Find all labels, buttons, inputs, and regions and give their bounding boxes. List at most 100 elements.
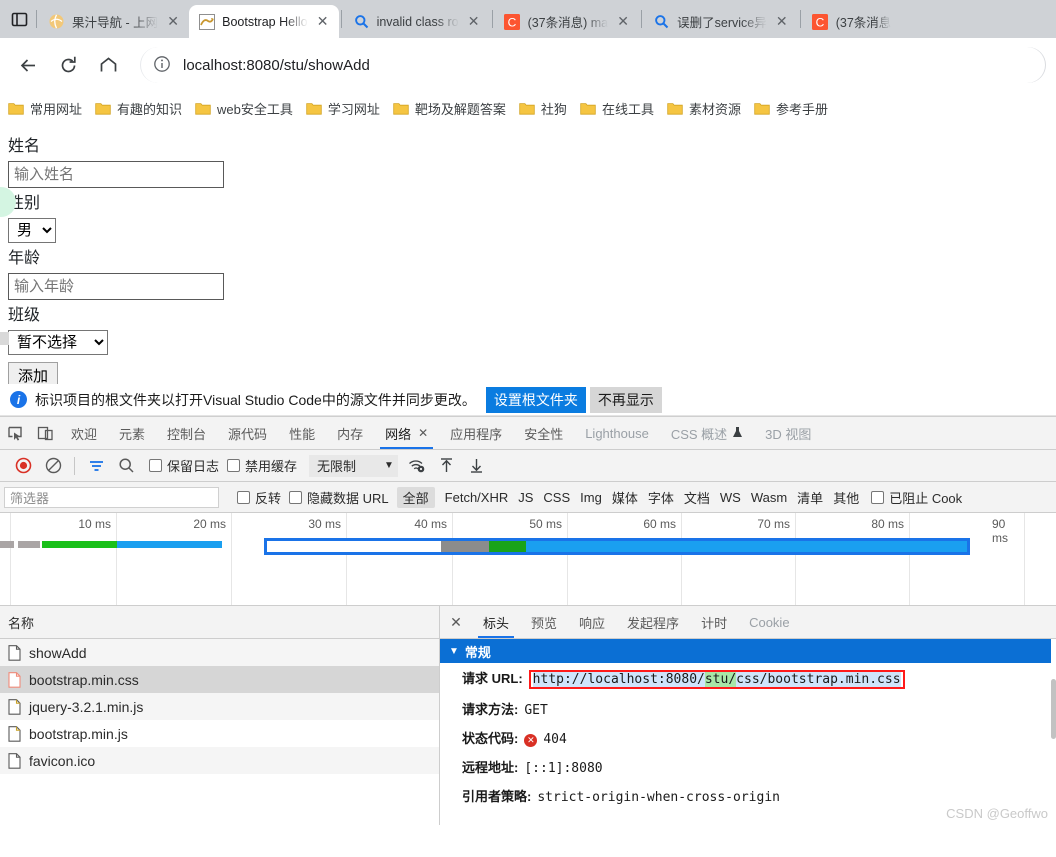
device-toggle-icon[interactable] <box>30 417 60 449</box>
network-conditions-icon[interactable] <box>402 453 432 479</box>
devtools-tab-sources[interactable]: 源代码 <box>217 417 278 449</box>
record-stop-icon[interactable] <box>8 453 38 479</box>
filter-input[interactable]: 筛选器 <box>4 486 219 508</box>
browser-tab-3[interactable]: C (37条消息) ma ✕ <box>495 5 640 38</box>
bookmark-item[interactable]: 在线工具 <box>580 99 654 118</box>
browser-tab-2[interactable]: invalid class ro ✕ <box>344 5 490 38</box>
dismiss-button[interactable]: 不再显示 <box>589 386 662 413</box>
detail-tab-cookies[interactable]: Cookie <box>738 606 800 638</box>
bookmark-item[interactable]: 有趣的知识 <box>95 99 182 118</box>
blocked-cookies-checkbox[interactable]: 已阻止 Cook <box>871 488 962 507</box>
devtools-tab-elements[interactable]: 元素 <box>108 417 156 449</box>
devtools-tab-performance[interactable]: 性能 <box>278 417 326 449</box>
invert-checkbox[interactable]: 反转 <box>237 488 281 507</box>
filter-type-all[interactable]: 全部 <box>396 486 435 508</box>
checkbox-box[interactable] <box>227 459 241 472</box>
filter-type-other[interactable]: 其他 <box>833 488 859 507</box>
close-icon[interactable]: ✕ <box>613 12 633 32</box>
network-overview-timeline[interactable]: 10 ms 20 ms 30 ms 40 ms 50 ms 60 ms 70 m… <box>0 513 1056 606</box>
checkbox-box[interactable] <box>149 459 162 472</box>
info-circle-icon[interactable] <box>153 55 173 75</box>
search-icon[interactable] <box>111 453 141 479</box>
checkbox-box[interactable] <box>871 490 885 504</box>
detail-tab-initiator[interactable]: 发起程序 <box>616 606 690 638</box>
devtools-tab-application[interactable]: 应用程序 <box>439 417 513 449</box>
filter-type-img[interactable]: Img <box>580 490 602 505</box>
gender-select[interactable]: 男 <box>8 218 56 243</box>
checkbox-box[interactable] <box>237 490 250 504</box>
devtools-tab-css-overview[interactable]: CSS 概述 <box>660 417 754 449</box>
detail-tab-headers[interactable]: 标头 <box>472 606 520 638</box>
devtools-tab-network[interactable]: 网络 ✕ <box>374 417 439 449</box>
filter-type-doc[interactable]: 文档 <box>684 488 710 507</box>
bookmark-item[interactable]: 参考手册 <box>754 99 828 118</box>
request-url-highlight-box[interactable]: http://localhost:8080/stu/css/bootstrap.… <box>528 670 905 689</box>
bookmark-item[interactable]: 社狗 <box>519 99 567 118</box>
chevron-down-icon[interactable]: ▼ <box>384 460 394 471</box>
filter-type-fetch-xhr[interactable]: Fetch/XHR <box>445 490 509 505</box>
filter-type-manifest[interactable]: 清单 <box>797 488 823 507</box>
detail-tab-timing[interactable]: 计时 <box>690 606 738 638</box>
set-root-folder-button[interactable]: 设置根文件夹 <box>485 386 586 413</box>
import-har-icon[interactable] <box>432 453 462 479</box>
devtools-tab-3d-view[interactable]: 3D 视图 <box>754 417 822 449</box>
filter-type-font[interactable]: 字体 <box>648 488 674 507</box>
bookmark-item[interactable]: 靶场及解题答案 <box>393 99 506 118</box>
filter-icon[interactable] <box>81 453 111 479</box>
browser-tab-4[interactable]: 误删了service异 ✕ <box>644 5 798 38</box>
request-row-bootstrap-min-js[interactable]: bootstrap.min.js <box>0 720 439 747</box>
filter-type-ws[interactable]: WS <box>720 490 741 505</box>
bookmark-item[interactable]: 学习网址 <box>306 99 380 118</box>
throttle-dropdown[interactable]: 无限制 ▼ <box>309 454 398 477</box>
close-icon[interactable]: ✕ <box>313 12 333 32</box>
browser-tab-5[interactable]: C (37条消息 <box>803 5 898 38</box>
bookmark-item[interactable]: web安全工具 <box>195 99 293 118</box>
age-input[interactable] <box>8 273 224 300</box>
reload-icon[interactable] <box>50 47 86 83</box>
inspect-icon[interactable] <box>0 417 30 449</box>
checkbox-box[interactable] <box>289 490 303 504</box>
preserve-log-checkbox[interactable]: 保留日志 <box>149 456 219 475</box>
timeline-selection[interactable] <box>264 538 970 555</box>
tab-search-panel-icon[interactable] <box>4 4 34 34</box>
detail-tab-preview[interactable]: 预览 <box>520 606 568 638</box>
back-arrow-icon[interactable] <box>10 47 46 83</box>
request-row-bootstrap-min-css[interactable]: bootstrap.min.css <box>0 666 439 693</box>
bookmark-item[interactable]: 常用网址 <box>8 99 82 118</box>
close-icon[interactable]: ✕ <box>464 12 484 32</box>
devtools-tab-security[interactable]: 安全性 <box>513 417 574 449</box>
request-row-jquery[interactable]: jquery-3.2.1.min.js <box>0 693 439 720</box>
request-row-showAdd[interactable]: showAdd <box>0 639 439 666</box>
close-icon[interactable]: ✕ <box>418 426 428 440</box>
browser-tab-0[interactable]: 果汁导航 - 上网 ✕ <box>39 5 189 38</box>
bookmark-item[interactable]: 素材资源 <box>667 99 741 118</box>
address-bar[interactable]: localhost:8080/stu/showAdd <box>140 47 1046 83</box>
home-icon[interactable] <box>90 47 126 83</box>
detail-scrollbar-track[interactable] <box>1051 639 1056 825</box>
clear-icon[interactable] <box>38 453 68 479</box>
filter-type-js[interactable]: JS <box>518 490 533 505</box>
disable-cache-checkbox[interactable]: 禁用缓存 <box>227 456 297 475</box>
devtools-tab-welcome[interactable]: 欢迎 <box>60 417 108 449</box>
add-button[interactable]: 添加 <box>8 362 59 384</box>
filter-type-media[interactable]: 媒体 <box>612 488 638 507</box>
close-detail-icon[interactable]: ✕ <box>440 606 472 638</box>
request-row-favicon[interactable]: favicon.ico <box>0 747 439 774</box>
detail-scrollbar-thumb[interactable] <box>1051 679 1056 739</box>
class-select[interactable]: 暂不选择 <box>8 330 108 355</box>
close-icon[interactable]: ✕ <box>772 12 792 32</box>
devtools-tab-console[interactable]: 控制台 <box>156 417 217 449</box>
filter-type-css[interactable]: CSS <box>543 490 570 505</box>
close-icon[interactable]: ✕ <box>163 12 183 32</box>
name-input[interactable] <box>8 161 224 188</box>
export-har-icon[interactable] <box>462 453 492 479</box>
devtools-tab-lighthouse[interactable]: Lighthouse <box>574 417 660 449</box>
chevron-down-icon[interactable]: ▼ <box>449 646 459 657</box>
filter-type-wasm[interactable]: Wasm <box>751 490 787 505</box>
request-list-header[interactable]: 名称 <box>0 606 439 639</box>
general-section-header[interactable]: ▼ 常规 <box>440 639 1056 663</box>
devtools-tab-memory[interactable]: 内存 <box>326 417 374 449</box>
browser-tab-1[interactable]: Bootstrap Hello ✕ <box>189 5 339 38</box>
detail-tab-response[interactable]: 响应 <box>568 606 616 638</box>
hide-data-urls-checkbox[interactable]: 隐藏数据 URL <box>289 488 389 507</box>
